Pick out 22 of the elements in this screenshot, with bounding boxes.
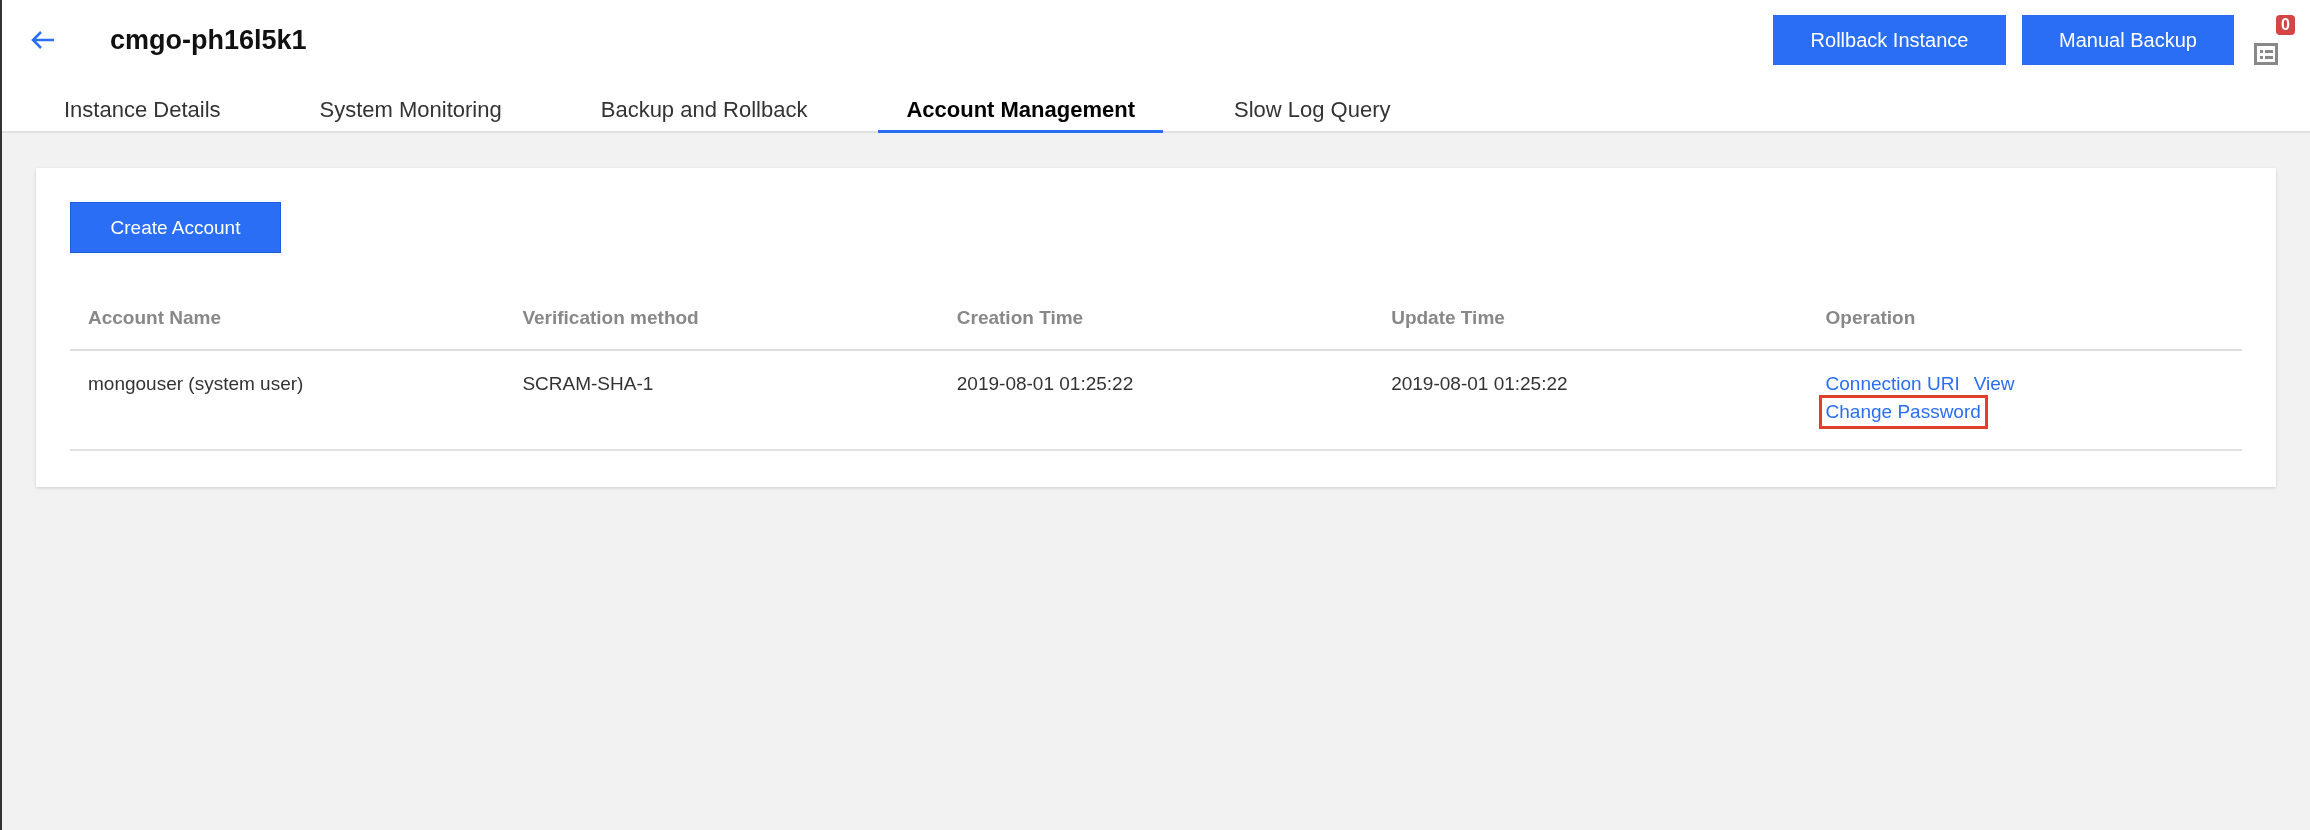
task-list-icon[interactable] bbox=[2254, 43, 2278, 65]
table-cell: 2019-08-01 01:25:22 bbox=[938, 350, 1374, 450]
column-header: Operation bbox=[1807, 281, 2242, 350]
operation-link[interactable]: Change Password bbox=[1818, 395, 1988, 429]
table-cell: mongouser (system user) bbox=[70, 350, 505, 450]
header-button[interactable]: Manual Backup bbox=[2022, 15, 2234, 65]
tab[interactable]: System Monitoring bbox=[291, 80, 530, 133]
tab[interactable]: Backup and Rollback bbox=[572, 80, 836, 133]
tab[interactable]: Instance Details bbox=[36, 80, 249, 133]
back-arrow-icon[interactable] bbox=[30, 29, 56, 51]
table-cell: 2019-08-01 01:25:22 bbox=[1373, 350, 1808, 450]
tab[interactable]: Slow Log Query bbox=[1206, 80, 1419, 133]
instance-title: cmgo-ph16l5k1 bbox=[110, 24, 308, 56]
tab[interactable]: Account Management bbox=[878, 80, 1163, 133]
column-header: Creation Time bbox=[938, 281, 1374, 350]
create-account-button[interactable]: Create Account bbox=[70, 202, 281, 253]
table-cell: SCRAM-SHA-1 bbox=[504, 350, 939, 450]
column-header: Account Name bbox=[70, 281, 505, 350]
column-header: Verification method bbox=[504, 281, 939, 350]
header-button[interactable]: Rollback Instance bbox=[1773, 15, 2006, 65]
column-header: Update Time bbox=[1373, 281, 1808, 350]
task-count-badge: 0 bbox=[2276, 15, 2295, 35]
